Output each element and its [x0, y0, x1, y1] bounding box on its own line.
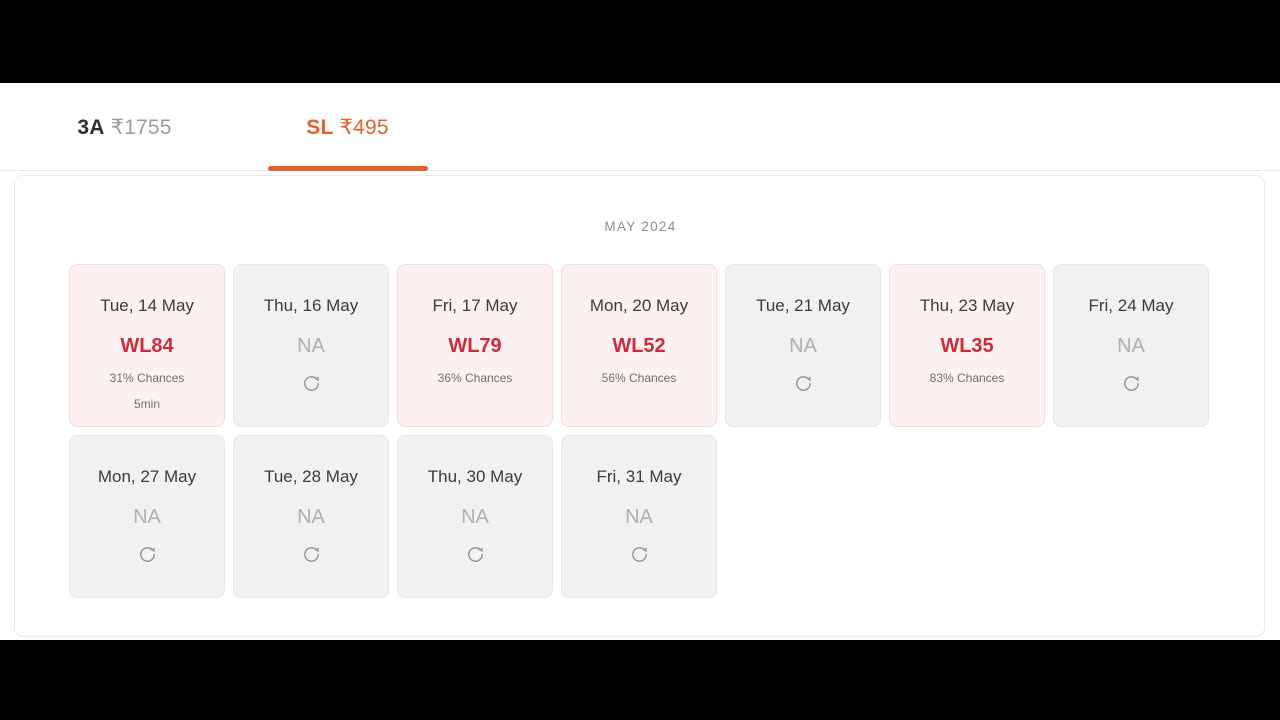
day-card[interactable]: Thu, 23 May WL35 83% Chances [889, 264, 1045, 427]
day-confirmation-chance: 31% Chances [109, 371, 185, 385]
tab-active-underline [267, 166, 428, 171]
letterbox-bottom-bar [0, 640, 1280, 720]
day-na-status: NA [297, 506, 325, 528]
day-date: Tue, 14 May [100, 296, 194, 315]
tab-3a-code: 3A [77, 115, 105, 139]
day-date: Thu, 16 May [263, 296, 359, 315]
day-na-status: NA [625, 506, 653, 528]
day-card[interactable]: Tue, 14 May WL84 31% Chances 5min [69, 264, 225, 427]
app-viewport: 3A ₹1755 SL ₹495 MAY 2024 Tue, 14 May WL8… [0, 83, 1280, 640]
day-card[interactable]: Mon, 27 May NA [69, 435, 225, 598]
availability-panel: MAY 2024 Tue, 14 May WL84 31% Chances 5min T… [14, 175, 1265, 637]
day-date: Tue, 21 May [756, 296, 850, 315]
day-na-status: NA [461, 506, 489, 528]
day-confirmation-chance: 36% Chances [437, 371, 513, 385]
tab-sl-label: SL ₹495 [306, 115, 389, 140]
day-date: Fri, 24 May [1088, 296, 1174, 315]
refresh-icon[interactable] [465, 544, 485, 564]
letterbox-top-bar [0, 0, 1280, 83]
refresh-icon[interactable] [793, 373, 813, 393]
tab-sl[interactable]: SL ₹495 [235, 83, 460, 171]
refresh-icon[interactable] [1121, 373, 1141, 393]
day-card[interactable]: Tue, 28 May NA [233, 435, 389, 598]
day-card[interactable]: Tue, 21 May NA [725, 264, 881, 427]
class-tabs: 3A ₹1755 SL ₹495 [0, 83, 1280, 171]
day-na-status: NA [1117, 335, 1145, 357]
day-waitlist-status: WL84 [120, 335, 174, 357]
refresh-icon[interactable] [301, 544, 321, 564]
day-confirmation-chance: 56% Chances [601, 371, 677, 385]
day-date: Mon, 20 May [589, 296, 689, 315]
day-na-status: NA [297, 335, 325, 357]
day-date: Tue, 28 May [264, 467, 358, 486]
day-card[interactable]: Mon, 20 May WL52 56% Chances [561, 264, 717, 427]
day-na-status: NA [133, 506, 161, 528]
month-label: MAY 2024 [604, 219, 677, 234]
day-card[interactable]: Thu, 30 May NA [397, 435, 553, 598]
day-updated-time: 5min [133, 397, 160, 411]
day-card[interactable]: Thu, 16 May NA [233, 264, 389, 427]
day-waitlist-status: WL52 [612, 335, 666, 357]
tab-3a[interactable]: 3A ₹1755 [0, 83, 235, 171]
day-card[interactable]: Fri, 24 May NA [1053, 264, 1209, 427]
tab-sl-code: SL [306, 115, 334, 139]
refresh-icon[interactable] [137, 544, 157, 564]
day-date: Thu, 30 May [427, 467, 523, 486]
refresh-icon[interactable] [301, 373, 321, 393]
day-card[interactable]: Fri, 17 May WL79 36% Chances [397, 264, 553, 427]
tab-sl-price: ₹495 [339, 115, 389, 139]
day-card[interactable]: Fri, 31 May NA [561, 435, 717, 598]
refresh-icon[interactable] [629, 544, 649, 564]
availability-day-grid: Tue, 14 May WL84 31% Chances 5min Thu, 16 Ma… [69, 264, 1229, 598]
day-date: Thu, 23 May [919, 296, 1015, 315]
day-date: Fri, 31 May [596, 467, 682, 486]
day-waitlist-status: WL79 [448, 335, 502, 357]
tab-3a-label: 3A ₹1755 [77, 115, 171, 140]
day-waitlist-status: WL35 [940, 335, 994, 357]
day-na-status: NA [789, 335, 817, 357]
day-confirmation-chance: 83% Chances [929, 371, 1005, 385]
day-date: Mon, 27 May [97, 467, 197, 486]
tab-3a-price: ₹1755 [110, 115, 172, 139]
day-date: Fri, 17 May [432, 296, 518, 315]
